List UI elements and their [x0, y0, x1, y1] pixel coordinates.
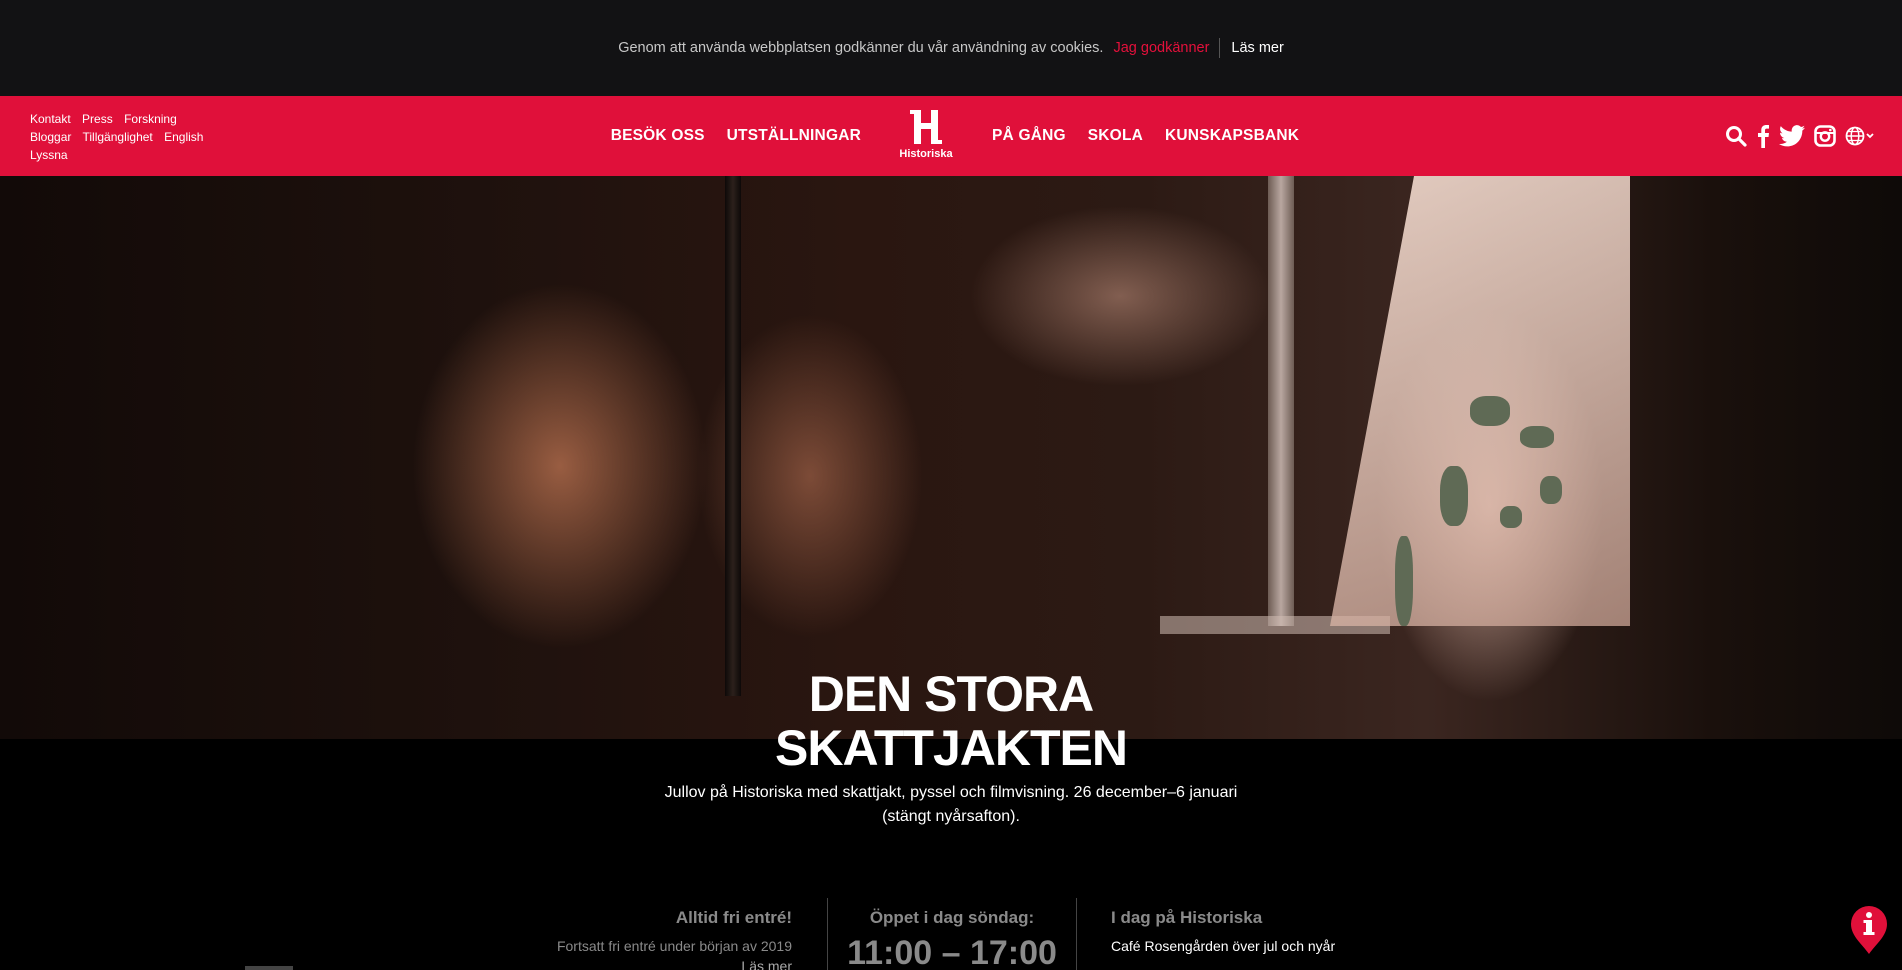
historiska-logo-icon [910, 110, 942, 144]
util-link-press[interactable]: Press [82, 112, 113, 126]
hero-photo-artifact [1540, 476, 1562, 504]
search-icon[interactable] [1725, 125, 1747, 147]
util-link-lyssna[interactable]: Lyssna [30, 148, 68, 162]
util-link-kontakt[interactable]: Kontakt [30, 112, 71, 126]
header-icons [1716, 96, 1875, 176]
hero-photo-artifact [1395, 536, 1413, 626]
nav-item-pa-gang[interactable]: PÅ GÅNG [992, 127, 1066, 145]
hero-photo-stand [1268, 176, 1294, 626]
free-entry-heading: Alltid fri entré! [675, 908, 792, 927]
opening-hours-heading: Öppet i dag söndag: [869, 908, 1035, 927]
instagram-icon[interactable] [1814, 125, 1836, 147]
nav-item-skola[interactable]: SKOLA [1088, 127, 1143, 145]
cookie-accept-link[interactable]: Jag godkänner [1113, 40, 1219, 56]
util-link-tillganglighet[interactable]: Tillgänglighet [83, 130, 153, 144]
opening-hours-block: Öppet i dag söndag: 11:00 – 17:00 [828, 908, 1076, 970]
util-link-bloggar[interactable]: Bloggar [30, 130, 71, 144]
hero-photo-artifact [1440, 466, 1468, 526]
free-entry-block: Alltid fri entré! Fortsatt fri entré und… [557, 908, 792, 970]
facebook-icon[interactable] [1756, 124, 1770, 148]
hero-photo-artifact [1470, 396, 1510, 426]
main-nav-right: PÅ GÅNG SKOLA KUNSKAPSBANK [992, 96, 1321, 176]
horizontal-scrollbar[interactable] [245, 966, 293, 970]
hero-subtitle-line2: (stängt nyårsafton). [882, 808, 1020, 825]
cookie-bar: Genom att använda webbplatsen godkänner … [0, 0, 1902, 96]
cookie-message: Genom att använda webbplatsen godkänner … [618, 40, 1104, 56]
main-nav-left: BESÖK OSS UTSTÄLLNINGAR [589, 96, 861, 176]
language-globe-icon[interactable] [1845, 125, 1875, 147]
nav-item-utstallningar[interactable]: UTSTÄLLNINGAR [727, 127, 861, 145]
hero-photo-post [725, 176, 741, 696]
info-pin-button[interactable] [1848, 903, 1890, 955]
free-entry-read-more-link[interactable]: Läs mer [557, 958, 792, 970]
info-icon [1851, 906, 1887, 954]
util-link-english[interactable]: English [164, 130, 203, 144]
today-block: I dag på Historiska Café Rosengården öve… [1111, 908, 1335, 954]
cookie-divider [1219, 38, 1221, 58]
site-logo[interactable]: Historiska [896, 108, 956, 160]
twitter-icon[interactable] [1779, 125, 1805, 147]
hero-image[interactable] [0, 176, 1902, 739]
nav-item-kunskapsbank[interactable]: KUNSKAPSBANK [1165, 127, 1299, 145]
logo-text: Historiska [899, 148, 953, 160]
cookie-read-more-link[interactable]: Läs mer [1231, 40, 1283, 56]
hero-title: DEN STORA SKATTJAKTEN [651, 667, 1251, 775]
site-header: Kontakt Press Forskning Bloggar Tillgäng… [0, 96, 1902, 176]
hero-title-line2: SKATTJAKTEN [775, 720, 1128, 776]
today-item-link[interactable]: Café Rosengården över jul och nyår [1111, 938, 1335, 954]
today-heading: I dag på Historiska [1111, 908, 1263, 927]
nav-item-besok-oss[interactable]: BESÖK OSS [611, 127, 705, 145]
hero-subtitle-line1: Jullov på Historiska med skattjakt, pyss… [664, 784, 1238, 801]
visitor-info: Alltid fri entré! Fortsatt fri entré und… [0, 898, 1902, 970]
hero-photo-artifact [1520, 426, 1554, 448]
hero-subtitle: Jullov på Historiska med skattjakt, pyss… [651, 781, 1251, 829]
util-link-forskning[interactable]: Forskning [124, 112, 177, 126]
info-divider [1076, 898, 1077, 970]
hero-title-line1: DEN STORA [808, 666, 1095, 722]
opening-hours-time: 11:00 – 17:00 [847, 934, 1057, 970]
free-entry-text: Fortsatt fri entré under början av 2019 [556, 938, 792, 954]
utility-links: Kontakt Press Forskning Bloggar Tillgäng… [30, 110, 220, 164]
hero-photo-artifact [1500, 506, 1522, 528]
